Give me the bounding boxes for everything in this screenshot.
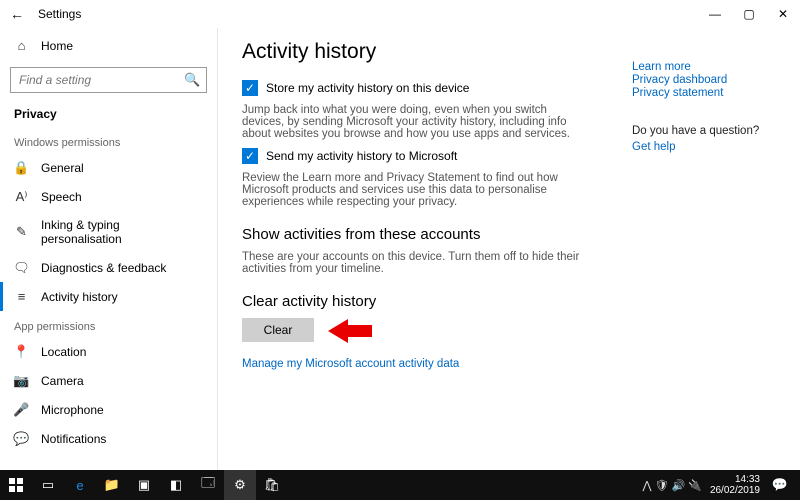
- sidebar-item-microphone[interactable]: 🎤 Microphone: [0, 395, 217, 424]
- question-label: Do you have a question?: [632, 125, 782, 137]
- sidebar-item-diagnostics[interactable]: 🗨 Diagnostics & feedback: [0, 253, 217, 282]
- home-icon: ⌂: [14, 38, 29, 53]
- edge-button[interactable]: e: [64, 470, 96, 500]
- accounts-heading: Show activities from these accounts: [242, 226, 776, 243]
- activity-icon: ≡: [14, 289, 29, 304]
- inking-icon: ✎: [14, 225, 29, 240]
- start-button[interactable]: [0, 470, 32, 500]
- sidebar-item-camera[interactable]: 📷 Camera: [0, 366, 217, 395]
- sidebar-item-label: Speech: [41, 190, 82, 204]
- taskbar-time: 14:33: [710, 474, 760, 485]
- system-tray[interactable]: ⋀🛡🔊🔌: [643, 479, 702, 492]
- sidebar-item-label: General: [41, 161, 84, 175]
- sidebar: ⌂ Home 🔍 Privacy Windows permissions 🔒 G…: [0, 28, 218, 470]
- maximize-button[interactable]: ▢: [732, 0, 766, 28]
- privacy-statement-link[interactable]: Privacy statement: [632, 87, 782, 99]
- privacy-dashboard-link[interactable]: Privacy dashboard: [632, 74, 782, 86]
- back-icon[interactable]: ←: [10, 6, 24, 22]
- clear-heading: Clear activity history: [242, 293, 776, 310]
- sidebar-item-location[interactable]: 📍 Location: [0, 337, 217, 366]
- home-nav[interactable]: ⌂ Home: [0, 32, 217, 59]
- search-box[interactable]: 🔍: [10, 67, 207, 93]
- sidebar-item-notifications[interactable]: 💬 Notifications: [0, 424, 217, 453]
- settings-taskbar-button[interactable]: ⚙: [224, 470, 256, 500]
- clear-button[interactable]: Clear: [242, 318, 314, 342]
- titlebar: ← Settings — ▢ ✕: [0, 0, 800, 28]
- taskview-button[interactable]: ▭: [32, 470, 64, 500]
- sidebar-item-activity-history[interactable]: ≡ Activity history: [0, 282, 217, 311]
- location-icon: 📍: [14, 344, 29, 359]
- learn-more-link[interactable]: Learn more: [632, 61, 782, 73]
- accounts-description: These are your accounts on this device. …: [242, 251, 582, 275]
- sidebar-item-label: Inking & typing personalisation: [41, 218, 203, 246]
- taskbar-date: 26/02/2019: [710, 485, 760, 496]
- window-title: Settings: [38, 7, 81, 21]
- store-activity-description: Jump back into what you were doing, even…: [242, 104, 582, 140]
- taskbar-clock[interactable]: 14:33 26/02/2019: [710, 474, 760, 496]
- red-arrow-annotation: [328, 320, 372, 340]
- cmd-button[interactable]: ▣: [128, 470, 160, 500]
- checkbox-icon: ✓: [242, 148, 258, 164]
- search-icon: 🔍: [185, 73, 200, 88]
- right-column: Learn more Privacy dashboard Privacy sta…: [632, 60, 782, 153]
- mic-icon: 🎤: [14, 402, 29, 417]
- sidebar-item-label: Microphone: [41, 403, 104, 417]
- action-center-button[interactable]: 💬: [768, 470, 792, 500]
- close-button[interactable]: ✕: [766, 0, 800, 28]
- privacy-label: Privacy: [0, 101, 217, 127]
- checkbox-icon: ✓: [242, 80, 258, 96]
- notifications-icon: 💬: [14, 431, 29, 446]
- sidebar-item-general[interactable]: 🔒 General: [0, 153, 217, 182]
- app-permissions-header: App permissions: [0, 311, 217, 337]
- send-activity-description: Review the Learn more and Privacy Statem…: [242, 172, 582, 208]
- app-button[interactable]: ◧: [160, 470, 192, 500]
- store-button[interactable]: 🛍: [256, 470, 288, 500]
- windows-permissions-header: Windows permissions: [0, 127, 217, 153]
- explorer-button[interactable]: 📁: [96, 470, 128, 500]
- sidebar-item-inking[interactable]: ✎ Inking & typing personalisation: [0, 211, 217, 253]
- home-label: Home: [41, 39, 73, 53]
- sidebar-item-label: Location: [41, 345, 86, 359]
- sidebar-item-label: Notifications: [41, 432, 106, 446]
- sidebar-item-label: Camera: [41, 374, 84, 388]
- speech-icon: A⁾: [14, 189, 29, 204]
- taskbar: ▭ e 📁 ▣ ◧ 🗔 ⚙ 🛍 ⋀🛡🔊🔌 14:33 26/02/2019 💬: [0, 470, 800, 500]
- sidebar-item-label: Activity history: [41, 290, 118, 304]
- search-input[interactable]: [17, 72, 185, 88]
- feedback-icon: 🗨: [14, 260, 29, 275]
- sidebar-item-speech[interactable]: A⁾ Speech: [0, 182, 217, 211]
- lock-icon: 🔒: [14, 160, 29, 175]
- camera-icon: 📷: [14, 373, 29, 388]
- manage-account-link[interactable]: Manage my Microsoft account activity dat…: [242, 358, 459, 370]
- sidebar-item-label: Diagnostics & feedback: [41, 261, 166, 275]
- get-help-link[interactable]: Get help: [632, 141, 782, 153]
- checkbox-label: Store my activity history on this device: [266, 81, 469, 95]
- minimize-button[interactable]: —: [698, 0, 732, 28]
- checkbox-label: Send my activity history to Microsoft: [266, 149, 457, 163]
- app-button-2[interactable]: 🗔: [192, 470, 224, 500]
